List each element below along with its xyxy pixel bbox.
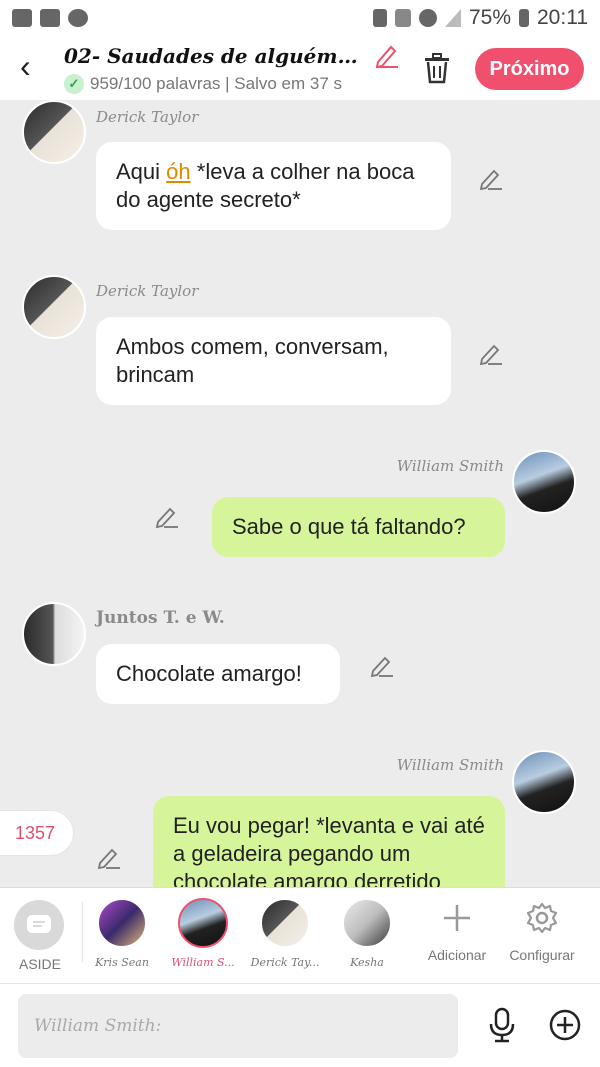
check-icon: ✓	[64, 74, 84, 94]
message-author: Juntos T. e W.	[96, 608, 225, 628]
avatar	[178, 898, 228, 948]
avatar[interactable]	[22, 602, 86, 666]
microphone-icon[interactable]	[486, 1006, 518, 1044]
save-status: ✓ 959/100 palavras | Salvo em 37 s	[64, 74, 342, 94]
avatar[interactable]	[512, 750, 576, 814]
battery-icon	[519, 9, 529, 27]
message-bubble[interactable]: Sabe o que tá faltando?	[212, 497, 505, 557]
play-store-icon	[40, 9, 60, 27]
status-bar: 75% 20:11	[0, 0, 600, 36]
trash-icon[interactable]	[422, 52, 452, 84]
edit-message-icon[interactable]	[478, 341, 504, 367]
character-name: Kesha	[350, 956, 384, 969]
shazam-icon	[68, 9, 88, 27]
word-count-status: 959/100 palavras | Salvo em 37 s	[90, 74, 343, 93]
chevron-left-icon[interactable]: ‹	[20, 50, 31, 82]
alarm-icon	[418, 9, 437, 27]
story-title[interactable]: 02- Saudades de alguém desco...	[64, 44, 364, 68]
character-name: Kris Sean	[95, 956, 149, 969]
character-bar: ASIDE Kris Sean William S... Derick Tay.…	[0, 887, 600, 983]
plus-icon	[444, 905, 470, 931]
mute-icon	[394, 9, 411, 27]
chat-area[interactable]: Derick Taylor Aqui óh *leva a colher na …	[0, 100, 600, 887]
pencil-icon[interactable]	[374, 42, 400, 68]
chat-bubble-icon	[27, 915, 51, 933]
message-link-word[interactable]: óh	[166, 159, 190, 184]
message-author: Derick Taylor	[96, 282, 199, 300]
configure-label: Configurar	[509, 947, 575, 963]
avatar[interactable]	[22, 275, 86, 339]
message-bubble[interactable]: Ambos comem, conversam, brincam	[96, 317, 451, 405]
character-derick-taylor[interactable]: Derick Tay...	[249, 898, 321, 969]
avatar[interactable]	[512, 450, 576, 514]
message-bubble[interactable]: Eu vou pegar! *levanta e vai até a gelad…	[153, 796, 505, 887]
word-counter-badge[interactable]: 1357	[0, 810, 74, 856]
character-name: William S...	[171, 956, 235, 969]
input-bar	[0, 983, 600, 1067]
message-bubble[interactable]: Aqui óh *leva a colher na boca do agente…	[96, 142, 451, 230]
battery-level: 75%	[468, 6, 511, 29]
message-author: William Smith	[396, 457, 504, 475]
editor-header: ‹ 02- Saudades de alguém desco... ✓ 959/…	[0, 36, 600, 100]
next-button[interactable]: Próximo	[475, 48, 584, 90]
character-kris-sean[interactable]: Kris Sean	[86, 898, 158, 969]
character-kesha[interactable]: Kesha	[331, 898, 403, 969]
clock: 20:11	[537, 6, 588, 29]
edit-message-icon[interactable]	[478, 166, 504, 192]
message-input[interactable]	[18, 994, 458, 1058]
character-william-smith[interactable]: William S...	[167, 898, 239, 969]
message-author: Derick Taylor	[96, 108, 199, 126]
divider	[82, 902, 83, 962]
message-text: Aqui	[116, 159, 167, 184]
message-author: William Smith	[396, 756, 504, 774]
avatar	[342, 898, 392, 948]
message-bubble[interactable]: Chocolate amargo!	[96, 644, 340, 704]
avatar[interactable]	[22, 100, 86, 164]
edit-message-icon[interactable]	[96, 845, 122, 871]
lock-icon	[372, 9, 387, 27]
avatar	[97, 898, 147, 948]
aside-label: ASIDE	[18, 956, 61, 972]
aside-button[interactable]	[14, 900, 64, 950]
add-character-button[interactable]: Adicionar	[424, 902, 490, 963]
avatar	[260, 898, 310, 948]
edit-message-icon[interactable]	[154, 504, 180, 530]
gallery-icon	[12, 9, 32, 27]
configure-button[interactable]: Configurar	[506, 902, 578, 963]
gear-icon	[526, 902, 558, 934]
signal-icon	[444, 9, 461, 27]
add-circle-icon[interactable]	[548, 1008, 582, 1042]
add-label: Adicionar	[427, 947, 487, 963]
edit-message-icon[interactable]	[369, 653, 395, 679]
character-name: Derick Tay...	[250, 956, 320, 969]
